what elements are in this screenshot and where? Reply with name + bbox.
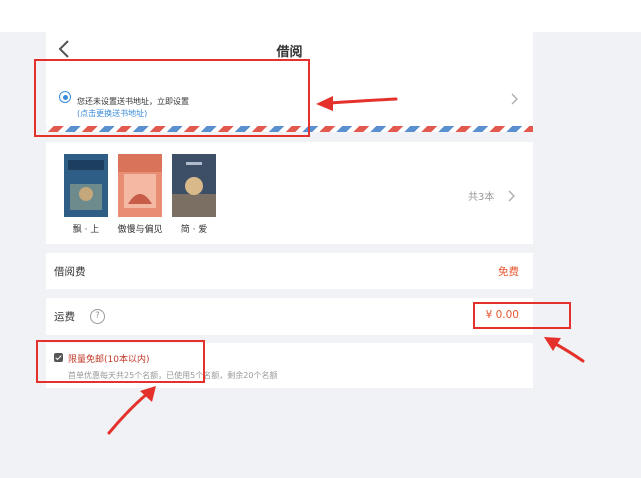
arrow-up-right-icon — [107, 386, 156, 435]
arrow-left-icon — [316, 96, 398, 111]
arrow-up-left-icon — [544, 337, 585, 363]
annotation-arrows — [107, 96, 585, 435]
